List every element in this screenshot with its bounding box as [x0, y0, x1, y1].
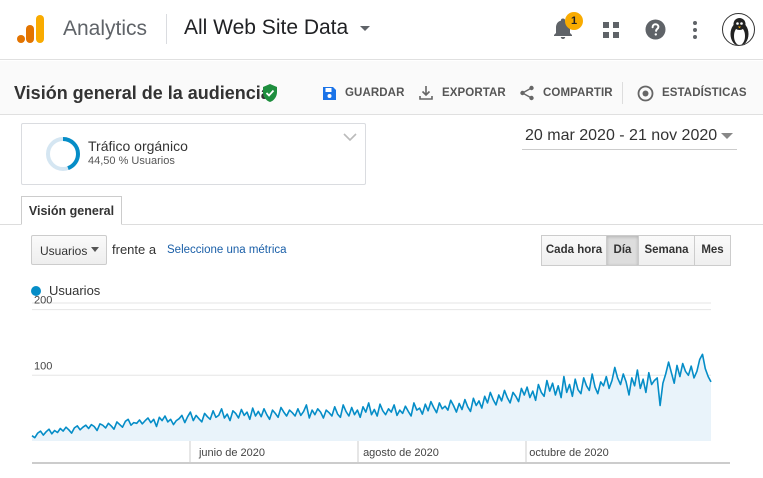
verified-shield-icon — [263, 84, 277, 102]
export-button[interactable]: EXPORTAR — [418, 84, 506, 102]
chevron-down-icon[interactable] — [343, 132, 357, 142]
segment-share: 44,50 % Usuarios — [88, 155, 175, 167]
tab-overview[interactable]: Visión general — [21, 196, 122, 225]
export-label: EXPORTAR — [442, 87, 506, 99]
insights-label: ESTADÍSTICAS — [662, 87, 747, 99]
series-area — [32, 354, 711, 441]
y-tick-label: 100 — [34, 360, 52, 372]
share-icon — [520, 85, 534, 101]
granularity-week-button[interactable]: Semana — [638, 235, 695, 266]
chevron-down-icon[interactable] — [721, 133, 733, 139]
avatar[interactable] — [722, 13, 755, 46]
page-title: Visión general de la audiencia — [14, 83, 271, 103]
more-vert-icon[interactable] — [690, 19, 700, 41]
apps-grid-icon[interactable] — [601, 20, 621, 40]
app-name: Analytics — [63, 17, 148, 40]
insights-button[interactable]: ESTADÍSTICAS — [637, 84, 747, 102]
chevron-down-icon[interactable] — [91, 247, 99, 252]
date-range-text: 20 mar 2020 - 21 nov 2020 — [525, 127, 718, 144]
x-tick-label: octubre de 2020 — [529, 447, 609, 459]
insights-icon — [637, 85, 654, 101]
x-tick-label: junio de 2020 — [198, 447, 265, 459]
header-button-divider — [622, 82, 623, 104]
save-icon — [323, 86, 336, 100]
share-button[interactable]: COMPARTIR — [519, 84, 613, 102]
header-divider — [166, 14, 167, 44]
segment-name: Tráfico orgánico — [88, 138, 188, 154]
granularity-day-button[interactable]: Día — [606, 235, 639, 266]
property-selector[interactable]: All Web Site Data — [184, 16, 348, 40]
versus-label: frente a — [112, 242, 157, 257]
granularity-month-button[interactable]: Mes — [694, 235, 731, 266]
segment-donut — [46, 137, 80, 171]
y-tick-label: 200 — [34, 295, 52, 307]
export-icon — [419, 86, 433, 100]
save-label: GUARDAR — [345, 87, 405, 99]
select-metric-link[interactable]: Seleccione una métrica — [167, 244, 287, 256]
users-chart: 100 200 junio de 2020 agosto de 2020 octubr… — [31, 295, 730, 464]
analytics-logo-icon[interactable] — [16, 14, 46, 44]
x-tick-label: agosto de 2020 — [363, 447, 439, 459]
granularity-hourly-button[interactable]: Cada hora — [541, 235, 607, 266]
save-button[interactable]: GUARDAR — [322, 84, 404, 102]
share-label: COMPARTIR — [543, 87, 613, 99]
help-icon[interactable] — [645, 19, 666, 40]
notification-badge: 1 — [565, 12, 583, 30]
chevron-down-icon[interactable] — [360, 26, 370, 31]
